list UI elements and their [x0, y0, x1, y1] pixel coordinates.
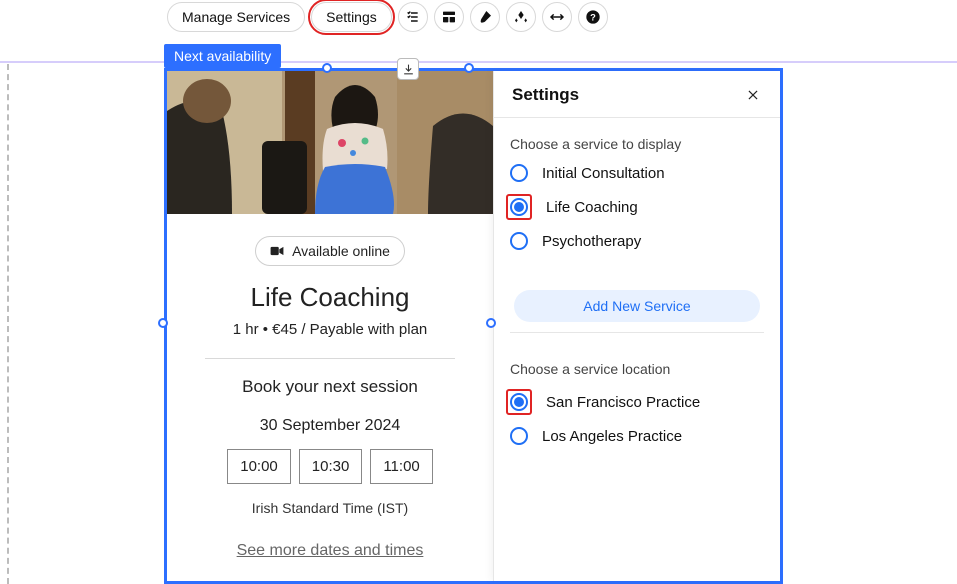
- service-option[interactable]: Initial Consultation: [510, 164, 764, 182]
- service-section-label: Choose a service to display: [510, 136, 764, 152]
- highlight-box: [506, 194, 532, 220]
- service-option[interactable]: Psychotherapy: [510, 232, 764, 250]
- settings-panel: Settings Choose a service to display Ini…: [493, 71, 780, 581]
- next-availability-tag: Next availability: [164, 44, 281, 68]
- service-card-body: Available online Life Coaching 1 hr • €4…: [167, 214, 493, 581]
- location-option[interactable]: Los Angeles Practice: [510, 427, 764, 445]
- design-brush-icon[interactable]: [470, 2, 500, 32]
- left-margin-guide: [7, 64, 9, 584]
- service-label: Initial Consultation: [542, 165, 665, 182]
- service-title: Life Coaching: [195, 282, 465, 313]
- layout-list-icon[interactable]: [398, 2, 428, 32]
- widget-toolbar: Manage Services Settings ?: [167, 2, 608, 32]
- settings-divider: [510, 332, 764, 333]
- location-label: Los Angeles Practice: [542, 428, 682, 445]
- see-more-link[interactable]: See more dates and times: [195, 542, 465, 560]
- columns-icon[interactable]: [434, 2, 464, 32]
- svg-text:?: ?: [590, 12, 596, 22]
- stretch-icon[interactable]: [542, 2, 572, 32]
- service-radio[interactable]: [510, 232, 528, 250]
- selection-handle-right-mid[interactable]: [486, 318, 496, 328]
- location-radio[interactable]: [510, 393, 528, 411]
- available-online-badge: Available online: [255, 236, 405, 266]
- add-new-service-button[interactable]: Add New Service: [514, 290, 760, 322]
- location-section-label: Choose a service location: [510, 361, 764, 377]
- available-online-label: Available online: [292, 243, 390, 259]
- settings-button[interactable]: Settings: [311, 2, 392, 32]
- service-hero-image: [167, 71, 493, 214]
- time-slots: 10:00 10:30 11:00: [195, 449, 465, 484]
- widget-selection-frame: Available online Life Coaching 1 hr • €4…: [164, 68, 783, 584]
- service-section: Choose a service to display Initial Cons…: [494, 118, 780, 272]
- time-slot[interactable]: 10:00: [227, 449, 291, 484]
- card-divider: [205, 358, 455, 359]
- settings-title: Settings: [512, 85, 579, 105]
- selection-handle-left-mid[interactable]: [158, 318, 168, 328]
- selection-handle-top-mid2[interactable]: [464, 63, 474, 73]
- service-radio[interactable]: [510, 164, 528, 182]
- animation-icon[interactable]: [506, 2, 536, 32]
- service-meta: 1 hr • €45 / Payable with plan: [195, 321, 465, 338]
- help-icon[interactable]: ?: [578, 2, 608, 32]
- location-section: Choose a service location San Francisco …: [494, 343, 780, 467]
- video-icon: [270, 245, 284, 257]
- editor-ruler: [0, 61, 957, 63]
- service-option[interactable]: Life Coaching: [510, 194, 764, 220]
- service-label: Life Coaching: [546, 199, 638, 216]
- time-slot[interactable]: 10:30: [299, 449, 363, 484]
- location-radio[interactable]: [510, 427, 528, 445]
- highlight-box: [506, 389, 532, 415]
- save-handle-icon[interactable]: [397, 58, 419, 80]
- close-icon[interactable]: [744, 86, 762, 104]
- time-slot[interactable]: 11:00: [370, 449, 432, 484]
- service-radio[interactable]: [510, 198, 528, 216]
- manage-services-button[interactable]: Manage Services: [167, 2, 305, 32]
- book-next-heading: Book your next session: [195, 377, 465, 397]
- settings-header: Settings: [494, 71, 780, 118]
- timezone-label: Irish Standard Time (IST): [195, 500, 465, 516]
- location-label: San Francisco Practice: [546, 394, 700, 411]
- service-label: Psychotherapy: [542, 233, 641, 250]
- selection-handle-top-mid1[interactable]: [322, 63, 332, 73]
- location-option[interactable]: San Francisco Practice: [510, 389, 764, 415]
- session-date: 30 September 2024: [195, 417, 465, 435]
